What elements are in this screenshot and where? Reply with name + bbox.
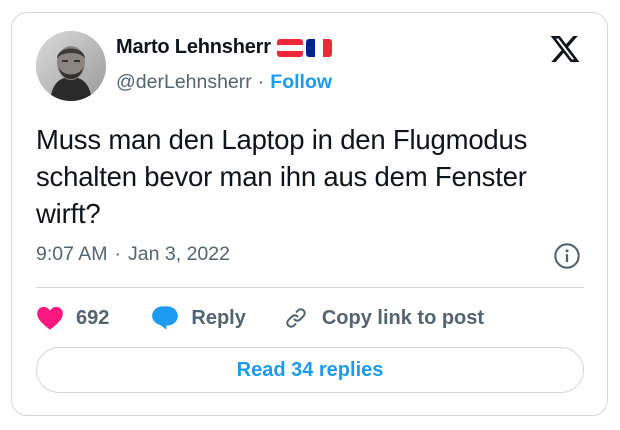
divider xyxy=(36,287,584,288)
reply-button[interactable]: Reply xyxy=(151,305,246,331)
reply-label: Reply xyxy=(191,306,246,329)
action-bar: 692 Reply Copy link to post xyxy=(36,303,484,333)
tweet-date[interactable]: Jan 3, 2022 xyxy=(128,243,230,266)
author-handle[interactable]: @derLehnsherr xyxy=(116,71,252,94)
author-flags xyxy=(276,38,332,57)
x-logo-icon[interactable] xyxy=(548,33,582,65)
like-count: 692 xyxy=(76,306,110,329)
france-flag-icon xyxy=(305,38,332,57)
tweet-timestamp[interactable]: 9:07 AM · Jan 3, 2022 xyxy=(36,243,230,266)
avatar[interactable] xyxy=(36,31,106,101)
like-button[interactable]: 692 xyxy=(36,305,109,331)
read-replies-button[interactable]: Read 34 replies xyxy=(36,347,584,393)
austria-flag-icon xyxy=(276,38,303,57)
heart-icon xyxy=(37,306,63,330)
read-replies-label: Read 34 replies xyxy=(236,358,384,381)
tweet-card: Marto Lehnsherr @derLehnsherr · Follow M… xyxy=(11,12,608,416)
tweet-text: Muss man den Laptop in den Flugmodus sch… xyxy=(36,124,528,229)
author-display-name[interactable]: Marto Lehnsherr xyxy=(116,36,271,59)
follow-button[interactable]: Follow xyxy=(270,71,332,94)
info-icon[interactable] xyxy=(553,242,581,270)
timestamp-separator: · xyxy=(114,243,122,265)
avatar-image xyxy=(36,31,106,101)
tweet-time[interactable]: 9:07 AM xyxy=(36,243,108,266)
handle-separator: · xyxy=(257,71,265,93)
reply-bubble-icon xyxy=(152,306,179,330)
copy-link-label: Copy link to post xyxy=(321,306,485,329)
link-icon xyxy=(286,308,306,328)
copy-link-button[interactable]: Copy link to post xyxy=(282,305,484,331)
